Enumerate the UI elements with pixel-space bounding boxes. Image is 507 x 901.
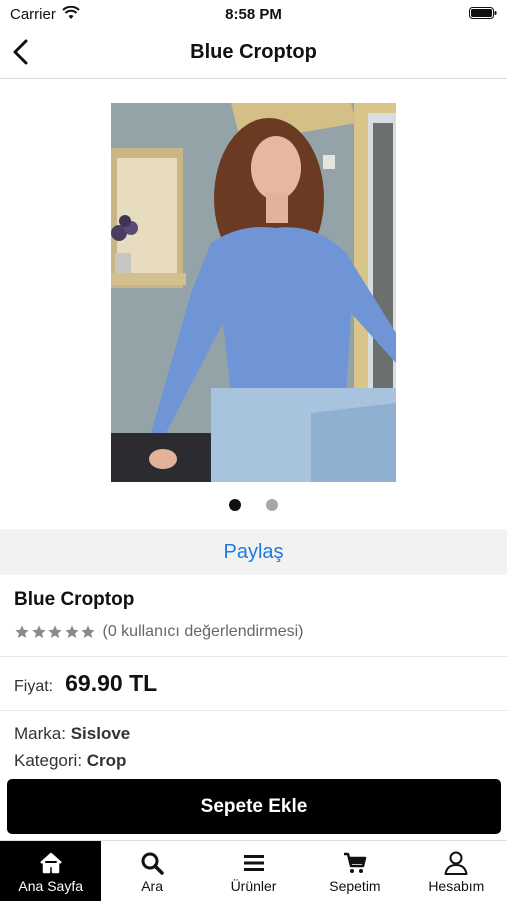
home-icon — [39, 852, 62, 874]
tab-label: Sepetim — [329, 878, 381, 894]
price-row: Fiyat: 69.90 TL — [14, 670, 157, 697]
tab-bar: Ana Sayfa Ara Ürünler Sepetim Hesabım — [0, 840, 507, 901]
search-icon — [141, 852, 164, 875]
category-value: Crop — [86, 751, 127, 770]
add-to-cart-button[interactable]: Sepete Ekle — [7, 779, 501, 834]
divider — [0, 656, 507, 657]
tab-account[interactable]: Hesabım — [406, 841, 507, 901]
tab-label: Ana Sayfa — [18, 878, 83, 894]
star-icon — [48, 625, 62, 638]
rating: (0 kullanıcı değerlendirmesi) — [14, 622, 303, 642]
clock: 8:58 PM — [225, 6, 282, 23]
price-value: 69.90 TL — [65, 670, 158, 696]
page-dot-active[interactable] — [229, 499, 242, 511]
category-label: Kategori: — [14, 751, 83, 770]
category-row: Kategori: Crop — [14, 751, 126, 771]
tab-cart[interactable]: Sepetim — [304, 841, 405, 901]
page-title: Blue Croptop — [190, 41, 317, 63]
star-icon — [31, 625, 46, 638]
brand-value: Sislove — [70, 724, 131, 743]
star-icon — [15, 625, 29, 638]
menu-icon — [243, 855, 264, 871]
price-label: Fiyat: — [14, 678, 54, 695]
tab-search[interactable]: Ara — [101, 841, 202, 901]
share-button[interactable]: Paylaş — [0, 529, 507, 575]
product-image[interactable] — [111, 103, 396, 482]
tab-label: Ara — [141, 878, 163, 894]
divider — [0, 710, 507, 711]
tab-label: Ürünler — [230, 878, 277, 894]
navigation-bar: Blue Croptop — [0, 28, 507, 79]
star-icon — [81, 625, 95, 638]
cart-icon — [343, 852, 367, 873]
brand-row: Marka: Sislove — [14, 724, 130, 744]
user-icon — [444, 851, 468, 875]
product-name: Blue Croptop — [14, 589, 135, 610]
tab-home[interactable]: Ana Sayfa — [0, 841, 102, 901]
rating-count: (0 kullanıcı değerlendirmesi) — [102, 623, 304, 640]
page-dot[interactable] — [265, 499, 278, 511]
rating-stars — [14, 624, 97, 640]
page-indicator[interactable] — [0, 498, 507, 511]
tab-products[interactable]: Ürünler — [203, 841, 304, 901]
share-label: Paylaş — [223, 541, 284, 563]
status-bar: Carrier 8:58 PM — [0, 0, 507, 28]
battery-icon — [469, 7, 497, 19]
brand-label: Marka: — [14, 724, 66, 743]
tab-label: Hesabım — [428, 878, 485, 894]
star-icon — [64, 625, 79, 638]
